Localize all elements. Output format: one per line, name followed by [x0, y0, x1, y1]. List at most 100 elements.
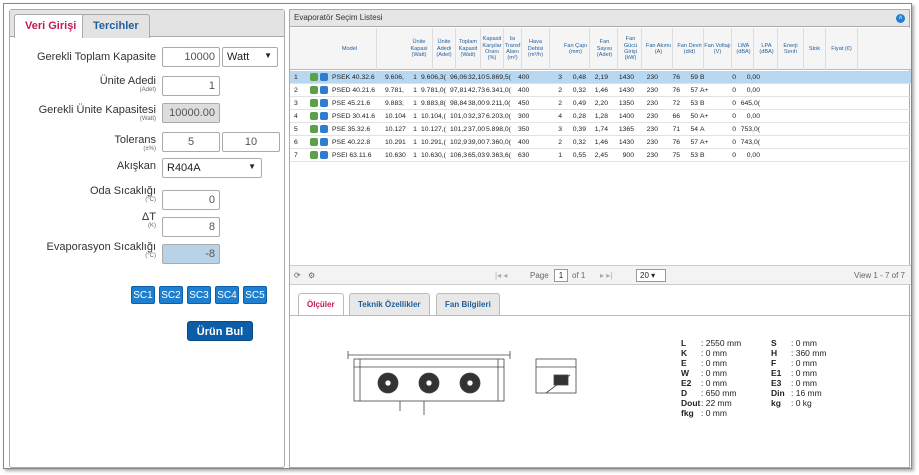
- capacity-unit-select[interactable]: Watt ▼: [222, 47, 278, 67]
- table-cell: 10.630,(: [421, 152, 446, 159]
- fluid-select[interactable]: R404A ▼: [162, 158, 262, 178]
- next-page-icon[interactable]: ▸ ▸|: [600, 271, 612, 280]
- sc1-button[interactable]: SC1: [131, 286, 155, 304]
- table-row[interactable]: 6 PSE 40.22.8 10.291 1 10.291,(102,9239,007.…: [290, 136, 911, 149]
- dim-key: L: [681, 338, 687, 348]
- cart-icon[interactable]: [310, 86, 318, 94]
- tolerance-unit: (±%): [143, 146, 156, 152]
- table-cell: 42,73: [468, 87, 486, 94]
- first-page-icon[interactable]: |◂ ◂: [495, 271, 507, 280]
- table-cell: 0: [732, 113, 736, 120]
- column-header[interactable]: Fan Voltajı (V): [704, 28, 732, 70]
- total-capacity-input[interactable]: 10000: [162, 47, 220, 67]
- chevron-down-icon: ▼: [248, 162, 256, 171]
- table-cell: B: [700, 100, 705, 107]
- column-header[interactable]: Stok: [804, 28, 826, 70]
- settings-icon[interactable]: ⚙: [308, 271, 315, 280]
- room-temp-label: Oda Sıcaklığı: [89, 185, 156, 197]
- monitor-icon[interactable]: [320, 73, 328, 81]
- column-header[interactable]: Hava Debisi (m³/h): [522, 28, 550, 70]
- column-header[interactable]: Fiyat (€): [826, 28, 858, 70]
- table-row[interactable]: 5 PSE 35.32.6 10.127 1 10.127,(101,2837,005.…: [290, 123, 911, 136]
- column-header[interactable]: LWA (dBA): [734, 28, 754, 70]
- table-cell: 10.291,(: [421, 139, 446, 146]
- column-header[interactable]: Toplam Kapasit (Watt): [456, 28, 481, 70]
- dim-key: fkg: [681, 408, 694, 418]
- column-header[interactable]: Model: [323, 28, 377, 70]
- table-row[interactable]: 3 PSE 45.21.6 9.883, 1 9.883,8(98,84 38,00 9.2…: [290, 97, 911, 110]
- delta-t-unit: (K): [148, 223, 156, 229]
- sc3-button[interactable]: SC3: [187, 286, 211, 304]
- dim-value2: : 16 mm: [791, 388, 822, 398]
- cart-icon[interactable]: [310, 151, 318, 159]
- dim-key2: Din: [771, 388, 785, 398]
- find-product-button[interactable]: Ürün Bul: [187, 321, 253, 341]
- tolerance-max-input[interactable]: 10: [222, 132, 280, 152]
- fluid-value: R404A: [167, 162, 201, 174]
- column-header[interactable]: Fan Devri (d/d): [676, 28, 704, 70]
- table-row[interactable]: 2 PSED 40.21.6 9.781, 1 9.781,0(97,81 42,73 6.…: [290, 84, 911, 97]
- monitor-icon[interactable]: [320, 86, 328, 94]
- column-header[interactable]: Ünite Kapasi (Watt): [406, 28, 433, 70]
- cart-icon[interactable]: [310, 112, 318, 120]
- table-cell: 1430: [618, 87, 634, 94]
- monitor-icon[interactable]: [320, 138, 328, 146]
- table-cell: 65,03: [468, 152, 486, 159]
- page-input[interactable]: 1: [554, 269, 568, 282]
- tab-technical[interactable]: Teknik Özellikler: [349, 293, 430, 315]
- cart-icon[interactable]: [310, 73, 318, 81]
- column-header[interactable]: Fan Akımı (A): [645, 28, 673, 70]
- table-row[interactable]: 4PSED 30.41.610.104110.104,(101,0432,376…: [290, 110, 911, 123]
- tab-fan-info[interactable]: Fan Bilgileri: [436, 293, 500, 315]
- cart-icon[interactable]: [310, 138, 318, 146]
- dim-value: : 22 mm: [701, 398, 732, 408]
- table-row[interactable]: 7PSEI 63.11.610.630110.630,(106,3065,039…: [290, 149, 911, 162]
- dimensions-list: L: 2550 mm S: 0 mm K: 0 mm H: 360 mm E: 0 mm…: [681, 338, 826, 418]
- delta-t-input[interactable]: 8: [162, 217, 220, 237]
- table-cell: 10.127: [385, 126, 406, 133]
- column-header[interactable]: LPA (dBA): [756, 28, 778, 70]
- refresh-icon[interactable]: ⟳: [294, 271, 301, 280]
- table-cell: 0: [732, 126, 736, 133]
- dim-key2: F: [771, 358, 777, 368]
- dim-key2: kg: [771, 398, 781, 408]
- table-cell: 97,81: [450, 87, 467, 94]
- tolerance-label: Tolerans: [114, 134, 156, 146]
- table-row[interactable]: 1 PSEK 40.32.6 9.606, 1 9.606,3(96,06 32,10 5.…: [290, 71, 911, 84]
- column-header[interactable]: Enerji Sınıfı: [778, 28, 804, 70]
- cart-icon[interactable]: [310, 99, 318, 107]
- column-header[interactable]: Kapasit Karşılar Oranı (%): [481, 28, 504, 70]
- room-temp-input[interactable]: 0: [162, 190, 220, 210]
- sc5-button[interactable]: SC5: [243, 286, 267, 304]
- column-header[interactable]: Isı Transf Alanı (m²): [504, 28, 522, 70]
- table-cell: 2,19: [594, 74, 608, 81]
- monitor-icon[interactable]: [320, 99, 328, 107]
- table-cell: 10.127,(: [421, 126, 446, 133]
- capacity-unit-value: Watt: [227, 51, 250, 63]
- table-cell: 10.104: [385, 113, 406, 120]
- monitor-icon[interactable]: [320, 125, 328, 133]
- tab-dimensions[interactable]: Ölçüler: [298, 293, 344, 315]
- table-cell: 1350: [618, 100, 634, 107]
- column-header[interactable]: Fan Sayısı (Adet): [592, 28, 618, 70]
- table-cell: 350: [518, 126, 530, 133]
- column-header[interactable]: Ünite Adedi (Adet): [433, 28, 456, 70]
- table-cell: 38,00: [468, 100, 486, 107]
- unit-count-input[interactable]: 1: [162, 76, 220, 96]
- tolerance-min-input[interactable]: 5: [162, 132, 220, 152]
- table-cell: 230: [646, 113, 658, 120]
- sc4-button[interactable]: SC4: [215, 286, 239, 304]
- column-header[interactable]: Fan Çapı (mm): [562, 28, 590, 70]
- collapse-icon[interactable]: ˄: [896, 14, 905, 23]
- dim-value: : 0 mm: [701, 368, 727, 378]
- table-cell: 37,00: [468, 126, 486, 133]
- sc2-button[interactable]: SC2: [159, 286, 183, 304]
- monitor-icon[interactable]: [320, 112, 328, 120]
- cart-icon[interactable]: [310, 125, 318, 133]
- monitor-icon[interactable]: [320, 151, 328, 159]
- page-size-select[interactable]: 20 ▾: [636, 269, 666, 282]
- column-header[interactable]: Fan Gücü Girişi (kW): [620, 28, 642, 70]
- tab-data-entry[interactable]: Veri Girişi: [14, 14, 88, 38]
- tab-preferences[interactable]: Tercihler: [82, 14, 150, 38]
- grid-header: Model Ünite Kapasi (Watt) Ünite Adedi (Ade…: [290, 28, 911, 70]
